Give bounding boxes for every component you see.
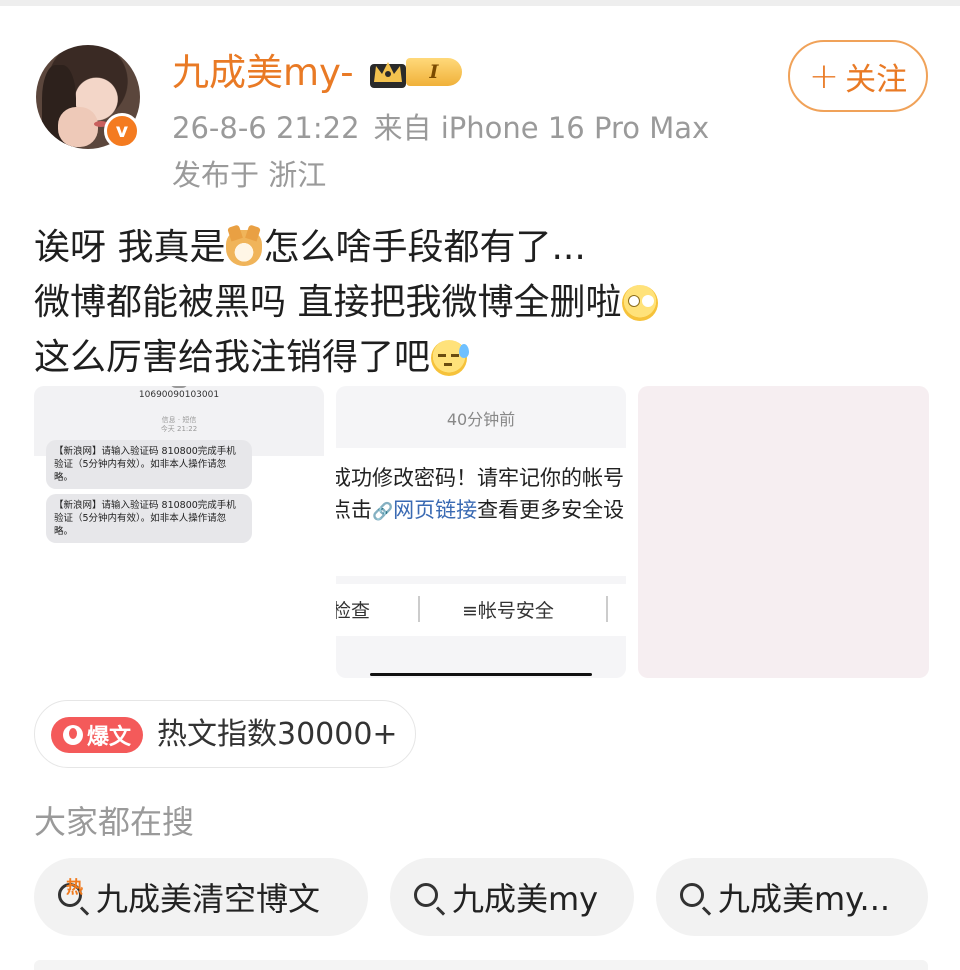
next-card-edge [34, 960, 928, 970]
hot-tag: 爆文 [51, 717, 143, 753]
notice-card: 成功修改密码！请牢记你的帐号 点击🔗网页链接查看更多安全设 [336, 448, 626, 576]
search-icon [412, 881, 444, 913]
notice-line-1: 成功修改密码！请牢记你的帐号 [336, 466, 624, 490]
post-text-1a: 诶呀 我真是 [34, 227, 226, 268]
top-divider [0, 0, 960, 6]
image-grid: 10690090103001 信息 · 短信 今天 21:22 【新浪网】请输入… [34, 386, 929, 678]
home-indicator [370, 673, 592, 676]
link-icon: 🔗 [372, 502, 394, 522]
sms-avatar-dot [170, 386, 188, 388]
notice-prefix: 点击 [336, 498, 372, 522]
post-text-3: 这么厉害给我注销得了吧 [34, 337, 431, 378]
follow-label: 关注 [845, 61, 908, 98]
plus-icon: + [808, 55, 840, 97]
notice-suffix: 查看更多安全设 [477, 498, 625, 522]
rank-label: I [406, 58, 462, 86]
search-suggestion-label: 九成美my... [718, 880, 891, 918]
notice-action-security: ≡帐号安全 [462, 596, 554, 623]
post-line-1: 诶呀 我真是 怎么啥手段都有了... [34, 220, 659, 275]
notice-action-check: 检查 [336, 600, 371, 622]
hot-tag-label: 爆文 [86, 725, 131, 750]
eye-roll-emoji-icon [622, 284, 659, 321]
hot-mark: 热 [66, 878, 83, 898]
sms-bubble: 【新浪网】请输入验证码 810800完成手机验证（5分钟内有效）。如非本人操作请… [46, 440, 252, 489]
notice-action-security-label: 帐号安全 [477, 600, 554, 622]
hot-search-icon: 热 [56, 878, 88, 913]
magnifier-icon [414, 883, 438, 907]
search-suggestion-chip[interactable]: 热 九成美清空博文 [34, 858, 368, 936]
notice-screenshot-image[interactable]: 40分钟前 成功修改密码！请牢记你的帐号 点击🔗网页链接查看更多安全设 检查 ≡… [336, 386, 626, 678]
follow-button[interactable]: + 关注 [788, 40, 928, 112]
post-body: 诶呀 我真是 怎么啥手段都有了... 微博都能被黑吗 直接把我微博全删啦 这么厉… [34, 220, 659, 385]
notice-time: 40分钟前 [446, 410, 516, 429]
notice-link: 网页链接 [393, 498, 478, 522]
sms-sender-number: 10690090103001 [138, 390, 220, 400]
sms-meta: 信息 · 短信 今天 21:22 [34, 416, 324, 434]
post-line-2: 微博都能被黑吗 直接把我微博全删啦 [34, 275, 659, 330]
post-meta: 26-8-6 21:22 来自 iPhone 16 Pro Max [172, 108, 709, 148]
sms-meta-2: 今天 21:22 [160, 425, 198, 433]
post-text-1b: 怎么啥手段都有了... [263, 227, 586, 268]
trending-search-title: 大家都在搜 [34, 803, 195, 841]
post-location: 发布于 浙江 [172, 158, 327, 192]
search-suggestion-chip[interactable]: 九成美my [390, 858, 634, 936]
author-name[interactable]: 九成美my- [172, 50, 354, 96]
avatar-hand [58, 107, 98, 147]
blank-image[interactable] [638, 386, 929, 678]
sms-meta-1: 信息 · 短信 [161, 416, 197, 424]
search-suggestion-chip[interactable]: 九成美my... [656, 858, 928, 936]
member-badge[interactable]: I [366, 54, 468, 90]
sweat-emoji-icon [431, 339, 470, 376]
divider [606, 596, 608, 622]
list-icon: ≡ [462, 600, 478, 622]
dog-emoji-icon [226, 229, 263, 266]
hot-index-chip[interactable]: 爆文 热文指数30000+ [34, 700, 416, 768]
magnifier-icon [680, 883, 704, 907]
notice-actions: 检查 ≡帐号安全 [336, 584, 626, 636]
post-line-3: 这么厉害给我注销得了吧 [34, 330, 659, 385]
post-timestamp: 26-8-6 21:22 [172, 111, 360, 145]
post-text-2: 微博都能被黑吗 直接把我微博全删啦 [34, 282, 622, 323]
sms-screenshot-image[interactable]: 10690090103001 信息 · 短信 今天 21:22 【新浪网】请输入… [34, 386, 324, 678]
flame-icon [62, 725, 83, 745]
crown-icon [370, 62, 406, 88]
search-suggestion-label: 九成美清空博文 [96, 880, 321, 918]
sms-bubble: 【新浪网】请输入验证码 810800完成手机验证（5分钟内有效）。如非本人操作请… [46, 494, 252, 543]
hot-index-text: 热文指数30000+ [157, 717, 398, 752]
search-suggestion-label: 九成美my [452, 880, 599, 918]
post-source: 来自 iPhone 16 Pro Max [373, 111, 710, 145]
divider [418, 596, 420, 622]
verified-icon: v [104, 113, 140, 149]
notice-line-2: 点击🔗网页链接查看更多安全设 [336, 494, 624, 524]
search-icon [678, 881, 710, 913]
